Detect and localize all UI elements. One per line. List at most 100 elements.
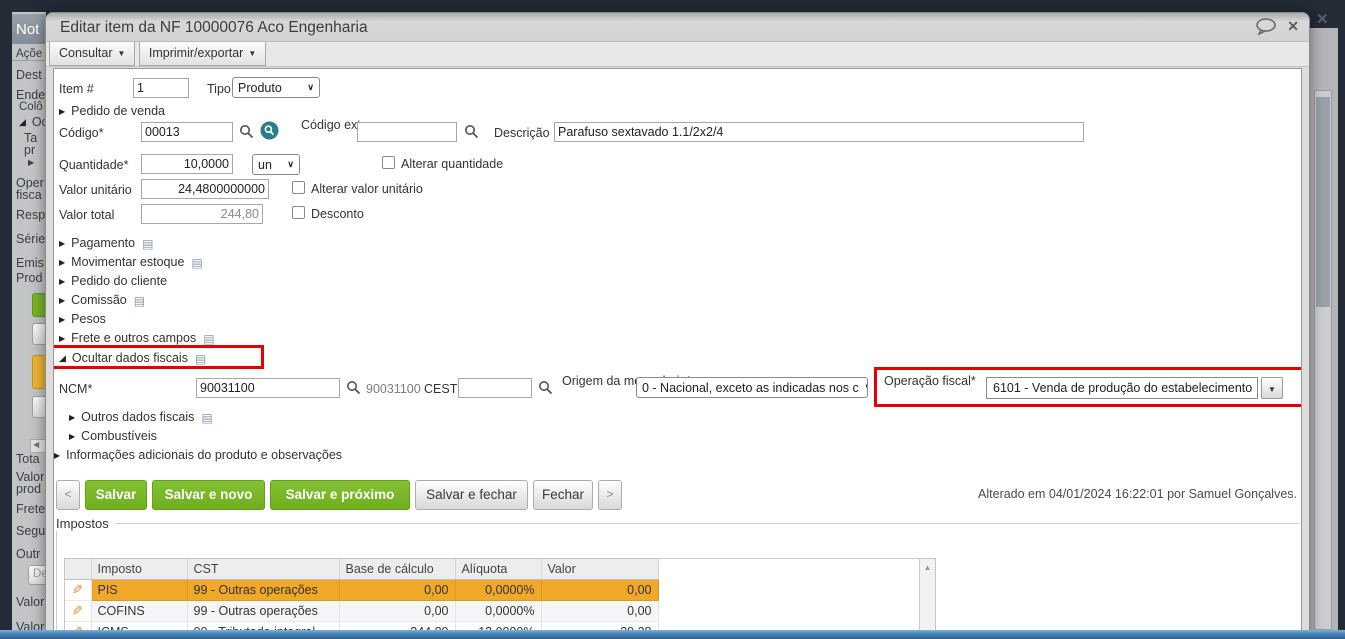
divider: [12, 60, 46, 61]
section-outros-dados-fiscais[interactable]: ▶ Outros dados fiscais ▤: [69, 410, 213, 425]
background-button-fragment: [32, 293, 46, 317]
section-combustiveis[interactable]: ▶ Combustíveis: [69, 429, 157, 443]
origem-mercadoria-select[interactable]: 0 - Nacional, exceto as indicadas nos c∨: [636, 377, 868, 398]
descricao-input[interactable]: [554, 122, 1084, 142]
section-pagamento[interactable]: ▶ Pagamento ▤: [59, 236, 153, 251]
collapsed-arrow-icon: ▶: [59, 258, 66, 267]
menu-consultar[interactable]: Consultar ▼: [49, 42, 136, 66]
expanded-arrow-icon: ◢: [59, 353, 66, 363]
valor-unitario-input[interactable]: [141, 179, 269, 199]
background-label: Oc: [31, 115, 46, 129]
dialog-menubar: Consultar ▼ Imprimir/exportar ▼: [46, 42, 1309, 67]
ncm-hint: 90031100: [366, 382, 421, 396]
collapsed-arrow-icon: ▶: [54, 451, 61, 460]
operacao-fiscal-combobox[interactable]: 6101 - Venda de produção do estabelecime…: [986, 377, 1258, 399]
operacao-fiscal-dropdown-button[interactable]: ▼: [1261, 377, 1283, 399]
section-ocultar-dados-fiscais[interactable]: ◢ Ocultar dados fiscais ▤: [59, 351, 206, 366]
alterar-valor-unitario-label: Alterar valor unitário: [311, 182, 423, 196]
table-row[interactable]: ✎ COFINS 99 - Outras operações 0,00 0,00…: [65, 600, 659, 622]
search-icon[interactable]: [464, 124, 480, 140]
notes-icon: ▤: [191, 256, 203, 270]
background-window-right: [1310, 28, 1338, 632]
close-icon[interactable]: ✕: [1287, 18, 1299, 35]
window-bottom-border: [0, 630, 1345, 639]
column-header-cst[interactable]: CST: [187, 559, 340, 580]
background-scrollbar-thumb: [1316, 97, 1330, 307]
salvar-e-proximo-button[interactable]: Salvar e próximo: [270, 480, 410, 510]
impostos-grid: Imposto CST Base de cálculo Alíquota Val…: [64, 558, 936, 633]
table-row[interactable]: ✎ PIS 99 - Outras operações 0,00 0,0000%…: [65, 579, 659, 601]
cest-input[interactable]: [458, 378, 532, 398]
menu-imprimir-exportar[interactable]: Imprimir/exportar ▼: [138, 42, 267, 66]
desconto-label: Desconto: [311, 207, 364, 221]
tipo-select[interactable]: Produto ∨: [232, 77, 320, 98]
codigo-externo-label: Código externo: [301, 118, 386, 132]
background-label: fisca: [16, 188, 42, 202]
background-close-icon[interactable]: ✕: [1316, 10, 1329, 28]
search-icon[interactable]: [346, 380, 362, 396]
section-pesos[interactable]: ▶ Pesos: [59, 312, 106, 326]
collapsed-arrow-icon: ▶: [69, 432, 76, 441]
edit-pencil-icon[interactable]: ✎: [72, 582, 83, 598]
previous-item-button[interactable]: <: [56, 480, 80, 510]
section-informacoes-adicionais[interactable]: ▶ Informações adicionais do produto e obs…: [54, 448, 342, 462]
salvar-e-fechar-button[interactable]: Salvar e fechar: [415, 480, 528, 510]
item-label: Item #: [59, 82, 94, 96]
edit-pencil-icon[interactable]: ✎: [72, 603, 83, 619]
next-item-button[interactable]: >: [598, 480, 622, 510]
section-frete-e-outros-campos[interactable]: ▶ Frete e outros campos ▤: [59, 331, 215, 346]
collapsed-arrow-icon: ▶: [59, 277, 66, 286]
background-menu: Açõe: [16, 48, 43, 60]
last-modified-status: Alterado em 04/01/2024 16:22:01 por Samu…: [978, 487, 1297, 501]
background-button-fragment: [32, 355, 46, 389]
column-header-aliquota[interactable]: Alíquota: [455, 559, 542, 580]
background-button-fragment: [32, 396, 46, 418]
fechar-button[interactable]: Fechar: [533, 480, 593, 510]
background-window-titlebar: Not: [12, 14, 46, 44]
collapsed-arrow-icon: ▶: [28, 158, 35, 167]
valor-total-input[interactable]: [141, 204, 263, 224]
background-label: Valor: [16, 595, 45, 609]
origem-mercadoria-label: Origem da mercadoria*: [562, 374, 692, 388]
valor-total-label: Valor total: [59, 208, 115, 222]
background-label: Emis: [16, 256, 44, 270]
operacao-fiscal-label: Operação fiscal*: [884, 374, 976, 388]
grid-scrollbar[interactable]: ▲: [919, 559, 935, 633]
collapsed-arrow-icon: ▶: [59, 107, 66, 116]
background-label: Série: [16, 232, 46, 246]
codigo-input[interactable]: [141, 122, 233, 142]
item-number-input[interactable]: [133, 78, 189, 98]
section-movimentar-estoque[interactable]: ▶ Movimentar estoque ▤: [59, 255, 203, 270]
unidade-select[interactable]: un ∨: [252, 154, 300, 175]
section-pedido-de-venda[interactable]: ▶ Pedido de venda: [59, 104, 165, 118]
search-icon[interactable]: [538, 380, 554, 396]
column-header-imposto[interactable]: Imposto: [91, 559, 188, 580]
collapsed-arrow-icon: ▶: [59, 296, 66, 305]
alterar-quantidade-checkbox[interactable]: [382, 156, 395, 169]
product-lookup-icon[interactable]: [260, 121, 279, 140]
section-comissao[interactable]: ▶ Comissão ▤: [59, 293, 146, 308]
alterar-valor-unitario-checkbox[interactable]: [292, 181, 305, 194]
chevron-down-icon: ∨: [307, 82, 314, 92]
background-scrollbar-fragment: ◀: [30, 439, 46, 453]
notes-icon: ▤: [201, 411, 213, 425]
ncm-input[interactable]: [196, 378, 340, 398]
quantidade-input[interactable]: [141, 154, 233, 174]
dialog-titlebar: Editar item da NF 10000076 Aco Engenhari…: [46, 13, 1309, 42]
salvar-e-novo-button[interactable]: Salvar e novo: [152, 480, 265, 510]
comment-icon[interactable]: [1255, 18, 1277, 35]
codigo-label: Código*: [59, 126, 104, 140]
codigo-externo-input[interactable]: [357, 122, 457, 142]
salvar-button[interactable]: Salvar: [85, 480, 147, 510]
collapsed-arrow-icon: ▶: [59, 315, 66, 324]
notes-icon: ▤: [203, 332, 215, 346]
column-header-base[interactable]: Base de cálculo: [339, 559, 456, 580]
edit-column-header: [65, 559, 92, 580]
valor-unitario-label: Valor unitário: [59, 183, 132, 197]
dialog-title: Editar item da NF 10000076 Aco Engenhari…: [60, 19, 368, 36]
section-pedido-do-cliente[interactable]: ▶ Pedido do cliente: [59, 274, 167, 288]
search-icon[interactable]: [239, 124, 255, 140]
notes-icon: ▤: [133, 294, 146, 308]
column-header-valor[interactable]: Valor: [541, 559, 659, 580]
desconto-checkbox[interactable]: [292, 206, 305, 219]
